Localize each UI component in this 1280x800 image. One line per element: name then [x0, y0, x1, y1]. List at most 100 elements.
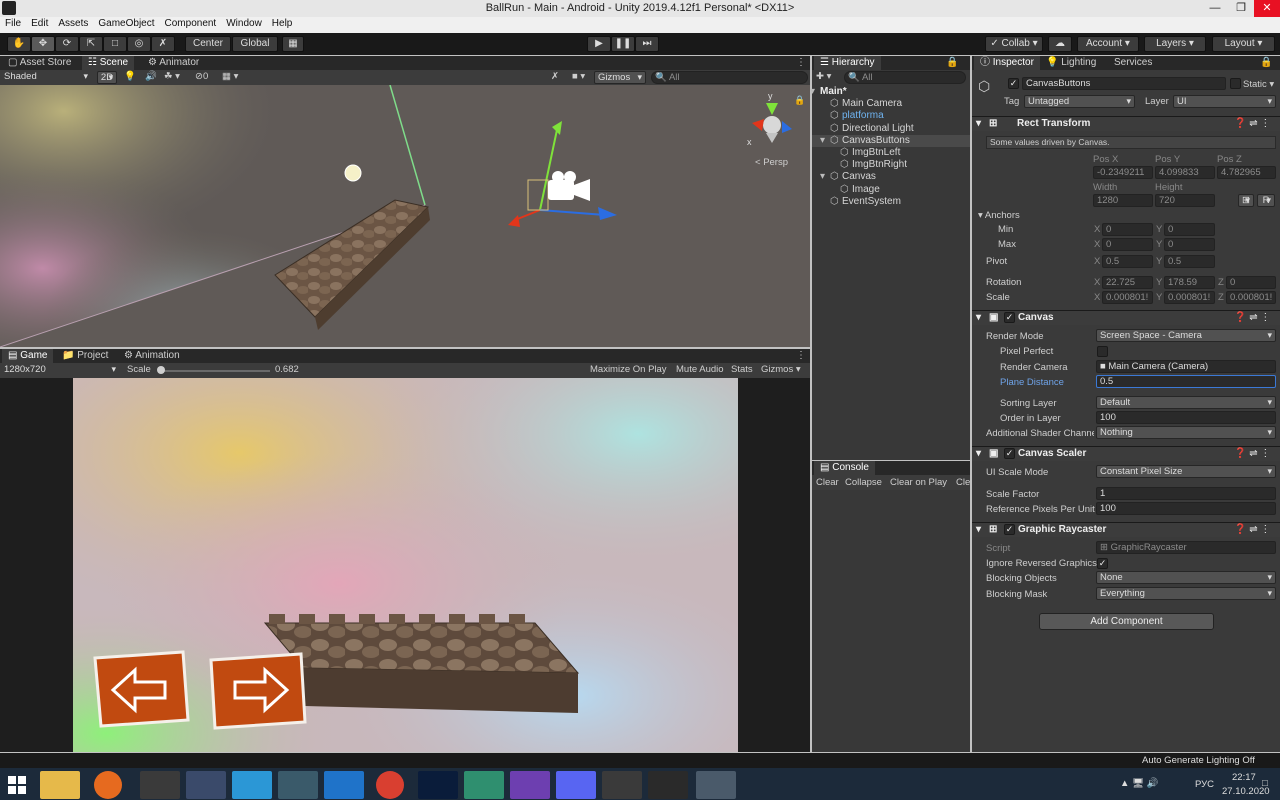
collapse-button[interactable]: Collapse [845, 477, 882, 488]
create-button[interactable]: ✚ ▾ [816, 71, 831, 82]
scale-slider-track[interactable] [157, 366, 270, 374]
scale-slider-thumb[interactable] [157, 366, 166, 374]
hierarchy-item[interactable]: ▾ ⬡ CanvasButtons [812, 134, 970, 147]
menu-assets[interactable]: Assets [53, 17, 93, 29]
virtualbox-icon[interactable] [278, 771, 318, 799]
play-button[interactable]: ▶ [587, 36, 611, 52]
left-arrow-button[interactable] [93, 650, 190, 728]
blocking-objects-dropdown[interactable]: None [1096, 571, 1276, 584]
anchor-min-x-field[interactable]: 0 [1102, 223, 1153, 236]
object-name-input[interactable]: CanvasButtons [1022, 77, 1226, 90]
tools-icon[interactable]: ✗ [551, 71, 559, 82]
pos-z-field[interactable]: 4.782965 [1217, 166, 1276, 179]
menu-component[interactable]: Component [160, 17, 222, 29]
tab-inspector[interactable]: ⓘ Inspector [974, 56, 1040, 70]
hierarchy-search-input[interactable]: 🔍 All [844, 71, 966, 84]
tab-lighting[interactable]: 💡 Lighting [1040, 56, 1102, 70]
layout-dropdown[interactable]: Layout ▾ [1212, 36, 1275, 52]
pivot-center-button[interactable]: Center [185, 36, 231, 52]
rect-transform-header[interactable]: ▾ ⊞ Rect Transform ❓ ⇌ ⋮ [972, 116, 1280, 131]
canvas-component-header[interactable]: ▾ ▣ ✓ Canvas ❓ ⇌ ⋮ [972, 310, 1280, 325]
clear-on-build-button[interactable]: Cle [956, 477, 970, 488]
foldout-icon[interactable]: ▾ [976, 448, 981, 459]
anchor-max-y-field[interactable]: 0 [1164, 238, 1215, 251]
rotation-z-field[interactable]: 0 [1226, 276, 1276, 289]
layers-dropdown[interactable]: Layers ▾ [1144, 36, 1206, 52]
tab-animation[interactable]: ⚙ Animation [118, 349, 186, 363]
panel-menu-icon[interactable]: ⋮ [790, 56, 812, 70]
clear-button[interactable]: Clear [816, 477, 839, 488]
hand-tool-icon[interactable]: ✋ [7, 36, 31, 52]
width-field[interactable]: 1280 [1093, 194, 1153, 207]
resolution-dropdown[interactable]: 1280x720 [1, 364, 119, 377]
effects-toggle-icon[interactable]: ☘ ▾ [164, 71, 180, 82]
clear-on-play-button[interactable]: Clear on Play [890, 477, 947, 488]
pivot-y-field[interactable]: 0.5 [1164, 255, 1215, 268]
lighting-toggle-icon[interactable]: 💡 [124, 71, 136, 82]
tab-hierarchy[interactable]: ☰ Hierarchy [814, 56, 881, 70]
scene-viewport[interactable]: y x 🔒 < Persp [0, 85, 810, 347]
language-indicator[interactable]: РУС [1195, 779, 1214, 790]
active-checkbox[interactable]: ✓ [1008, 78, 1019, 89]
foldout-icon[interactable]: ▾ [976, 118, 981, 129]
anchor-min-y-field[interactable]: 0 [1164, 223, 1215, 236]
stats-toggle[interactable]: Stats [731, 364, 753, 375]
hierarchy-item[interactable]: ⬡ Main Camera [812, 98, 970, 110]
projection-label[interactable]: < Persp [755, 157, 788, 168]
close-button[interactable]: ✕ [1254, 0, 1280, 17]
menu-edit[interactable]: Edit [26, 17, 53, 29]
photoshop-icon[interactable] [418, 771, 458, 799]
scale-z-field[interactable]: 0.000801! [1226, 291, 1276, 304]
right-arrow-button[interactable] [209, 652, 307, 730]
foldout-icon[interactable]: ▾ [820, 171, 825, 182]
scale-x-field[interactable]: 0.000801! [1102, 291, 1153, 304]
canvas-enabled-checkbox[interactable]: ✓ [1004, 312, 1015, 323]
pos-x-field[interactable]: -0.2349211 [1093, 166, 1153, 179]
foldout-icon[interactable]: ▾ [976, 312, 981, 323]
plane-distance-field[interactable]: 0.5 [1096, 375, 1276, 388]
sublime-text-icon[interactable] [140, 771, 180, 799]
tray-icons[interactable]: ▲ 🖥 🔊 [1120, 778, 1159, 789]
blueprint-mode-icon[interactable]: ⊞ [1238, 194, 1254, 207]
minimize-button[interactable]: — [1202, 0, 1228, 17]
lock-icon[interactable]: 🔒 ⋮ [940, 56, 970, 82]
static-label[interactable]: Static ▾ [1243, 79, 1274, 90]
tag-dropdown[interactable]: Untagged [1024, 95, 1135, 108]
ignore-reversed-checkbox[interactable]: ✓ [1097, 558, 1108, 569]
discord-icon[interactable] [556, 771, 596, 799]
pos-y-field[interactable]: 4.099833 [1155, 166, 1215, 179]
chrome-icon[interactable] [376, 771, 404, 799]
layer-dropdown[interactable]: UI [1173, 95, 1276, 108]
mute-audio-toggle[interactable]: Mute Audio [676, 364, 724, 375]
ppu-field[interactable]: 100 [1096, 502, 1276, 515]
tab-game[interactable]: ▤ Game [2, 349, 54, 363]
audio-toggle-icon[interactable]: 🔊 [145, 71, 157, 82]
menu-window[interactable]: Window [221, 17, 267, 29]
sorting-layer-dropdown[interactable]: Default [1096, 396, 1276, 409]
mode-2d-toggle[interactable]: 2D [97, 71, 117, 84]
telegram-icon[interactable] [232, 771, 272, 799]
anchors-foldout[interactable]: ▾ Anchors [978, 210, 1020, 221]
graphic-raycaster-header[interactable]: ▾ ⊞ ✓ Graphic Raycaster ❓ ⇌ ⋮ [972, 522, 1280, 537]
tab-services[interactable]: Services [1108, 56, 1158, 70]
scale-y-field[interactable]: 0.000801! [1164, 291, 1215, 304]
menu-file[interactable]: File [0, 17, 26, 29]
scale-factor-field[interactable]: 1 [1096, 487, 1276, 500]
rotation-y-field[interactable]: 178.59 [1164, 276, 1215, 289]
lock-icon[interactable]: 🔒 ⋮ [1254, 56, 1280, 82]
nvidia-icon[interactable] [602, 771, 642, 799]
menu-gameobject[interactable]: GameObject [93, 17, 159, 29]
render-mode-dropdown[interactable]: Screen Space - Camera [1096, 329, 1276, 342]
add-component-button[interactable]: Add Component [1039, 613, 1214, 630]
visual-studio-icon[interactable] [510, 771, 550, 799]
tab-asset-store[interactable]: ▢ Asset Store [2, 56, 77, 70]
cloud-icon[interactable]: ☁ [1048, 36, 1072, 52]
pivot-x-field[interactable]: 0.5 [1102, 255, 1153, 268]
game-gizmos-dropdown[interactable]: Gizmos ▾ [761, 364, 801, 375]
rect-tool-icon[interactable]: □ [103, 36, 127, 52]
render-camera-field[interactable]: ■ Main Camera (Camera) [1096, 360, 1276, 373]
tab-console[interactable]: ▤ Console [814, 461, 875, 475]
raw-edit-button[interactable]: R [1257, 194, 1275, 207]
component-help-icon[interactable]: ❓ ⇌ ⋮ [1234, 118, 1270, 129]
static-checkbox[interactable] [1230, 78, 1241, 89]
